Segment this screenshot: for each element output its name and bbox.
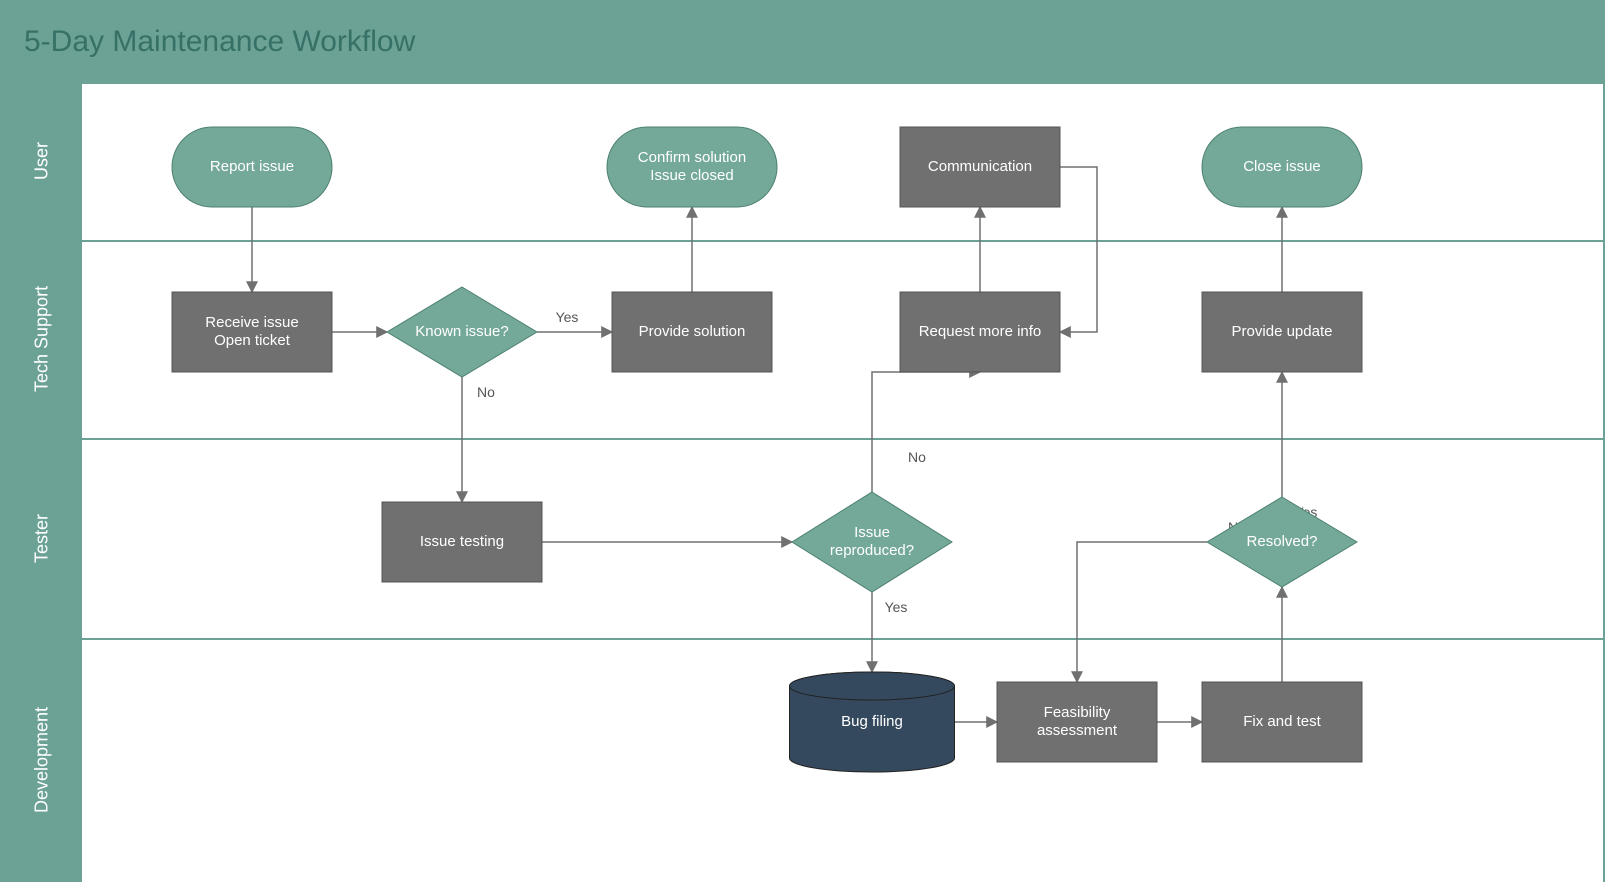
node-request_info[interactable]: Request more info: [900, 292, 1060, 372]
node-bug_filing[interactable]: Bug filing: [790, 672, 955, 772]
edge-label: Yes: [556, 309, 579, 325]
node-close_issue[interactable]: Close issue: [1202, 127, 1362, 207]
node-label: Feasibility: [1044, 704, 1111, 721]
node-resolved[interactable]: Resolved?: [1207, 497, 1357, 587]
node-provide_solution[interactable]: Provide solution: [612, 292, 772, 372]
diagram-canvas: 5-Day Maintenance Workflow UserTech Supp…: [0, 0, 1605, 882]
node-label: Issue: [854, 524, 890, 541]
node-label: Provide update: [1232, 323, 1333, 340]
node-known_issue[interactable]: Known issue?: [387, 287, 537, 377]
node-label: reproduced?: [830, 542, 914, 559]
edge-label: No: [908, 449, 926, 465]
node-label: Issue closed: [650, 167, 733, 184]
node-issue_testing[interactable]: Issue testing: [382, 502, 542, 582]
edge: [1077, 542, 1207, 682]
node-confirm_close[interactable]: Confirm solutionIssue closed: [607, 127, 777, 207]
node-label: Close issue: [1243, 158, 1321, 175]
node-label: Resolved?: [1247, 533, 1318, 550]
node-label: Report issue: [210, 158, 294, 175]
node-provide_update[interactable]: Provide update: [1202, 292, 1362, 372]
node-label: assessment: [1037, 722, 1118, 739]
node-issue_reproduced[interactable]: Issuereproduced?: [792, 492, 952, 592]
node-label: Fix and test: [1243, 713, 1321, 730]
edge-label: No: [477, 384, 495, 400]
node-label: Known issue?: [415, 323, 508, 340]
node-label: Issue testing: [420, 533, 504, 550]
node-fix_and_test[interactable]: Fix and test: [1202, 682, 1362, 762]
node-label: Provide solution: [639, 323, 746, 340]
node-label: Request more info: [919, 323, 1042, 340]
node-communication[interactable]: Communication: [900, 127, 1060, 207]
edge: [872, 372, 980, 492]
node-label: Receive issue: [205, 314, 298, 331]
node-feasibility[interactable]: Feasibilityassessment: [997, 682, 1157, 762]
node-receive_issue[interactable]: Receive issueOpen ticket: [172, 292, 332, 372]
node-label: Confirm solution: [638, 149, 746, 166]
diagram-svg: YesNoNoYesNoYes Report issueConfirm solu…: [2, 2, 1605, 884]
edge: [1060, 167, 1097, 332]
node-label: Bug filing: [841, 713, 903, 730]
node-label: Communication: [928, 158, 1032, 175]
node-label: Open ticket: [214, 332, 291, 349]
edge-label: Yes: [885, 599, 908, 615]
node-report_issue[interactable]: Report issue: [172, 127, 332, 207]
